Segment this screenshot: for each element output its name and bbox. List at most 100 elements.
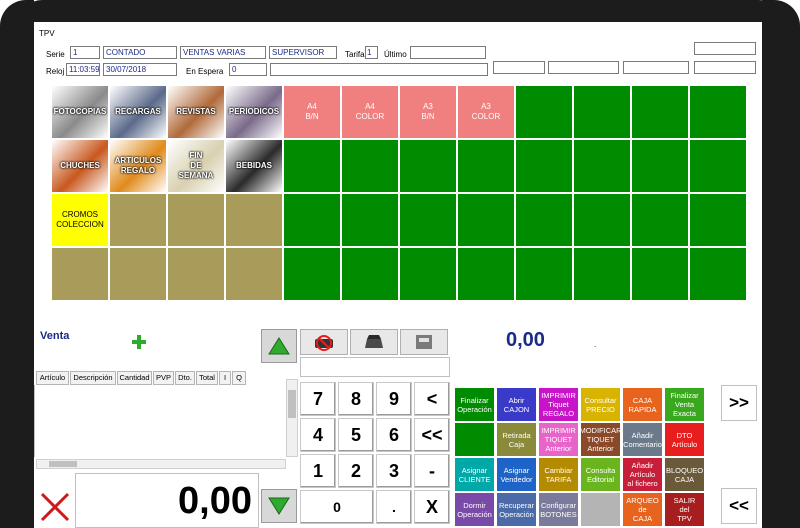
tipo2-field[interactable]: VENTAS VARIAS [180,46,266,59]
horizontal-scrollbar[interactable] [36,459,286,469]
sale-lines-list[interactable] [34,385,300,457]
blank-field-top-right[interactable] [694,42,756,55]
keypad-key[interactable]: 1 [300,454,336,488]
serie-field[interactable]: 1 [70,46,100,59]
tipo-field[interactable]: CONTADO [103,46,177,59]
operation-button[interactable]: Retirada Caja [496,422,537,457]
keypad-key[interactable]: - [414,454,450,488]
product-tile[interactable] [689,193,747,247]
product-tile[interactable]: BEBIDAS [225,139,283,193]
column-header[interactable]: PVP [153,371,174,385]
product-tile[interactable] [51,247,109,301]
column-header[interactable]: Cantidad [117,371,152,385]
keypad-key[interactable]: 6 [376,418,412,452]
operation-button[interactable]: DTO Artículo [664,422,705,457]
operation-button[interactable]: BLOQUEO CAJA [664,457,705,492]
scroll-up-button[interactable] [261,329,297,363]
next-page-button[interactable]: >> [721,385,757,421]
product-tile[interactable]: A3 B/N [399,85,457,139]
keypad-key[interactable]: 5 [338,418,374,452]
product-tile[interactable] [341,139,399,193]
product-tile[interactable] [167,247,225,301]
espera-field[interactable]: 0 [229,63,267,76]
hscroll-thumb[interactable] [49,461,77,467]
product-tile[interactable] [573,139,631,193]
operation-button[interactable]: Añadir Comentario [622,422,663,457]
keypad-key[interactable]: 9 [376,382,412,416]
plus-icon[interactable] [131,334,147,350]
column-header[interactable]: Total [196,371,218,385]
usuario-field[interactable]: SUPERVISOR [269,46,337,59]
column-header[interactable]: I [219,371,231,385]
product-tile[interactable] [573,247,631,301]
operation-button[interactable]: Añadir Artículo al fichero [622,457,663,492]
product-tile[interactable]: A4 COLOR [341,85,399,139]
operation-button[interactable]: Consultar PRECIO [580,387,621,422]
drawer-button[interactable] [400,329,448,355]
product-tile[interactable] [689,247,747,301]
operation-button[interactable]: Asignar Vendedor [496,457,537,492]
product-tile[interactable] [515,139,573,193]
keypad-key[interactable]: . [376,490,412,524]
product-tile[interactable] [283,193,341,247]
product-tile[interactable] [689,139,747,193]
product-tile[interactable] [399,139,457,193]
keypad-key[interactable]: 2 [338,454,374,488]
column-header[interactable]: Q [232,371,246,385]
operation-button[interactable]: Abrir CAJON [496,387,537,422]
product-tile[interactable] [457,139,515,193]
keypad-key[interactable]: 3 [376,454,412,488]
operation-button[interactable]: IMPRIMIR TIQUET Anterior [538,422,579,457]
operation-button[interactable]: ARQUEO de CAJA [622,492,663,527]
product-tile[interactable] [109,247,167,301]
product-tile[interactable]: ARTICULOS REGALO [109,139,167,193]
product-tile[interactable]: A3 COLOR [457,85,515,139]
product-tile[interactable] [573,193,631,247]
product-tile[interactable] [399,193,457,247]
product-tile[interactable]: FOTOCOPIAS [51,85,109,139]
product-tile[interactable] [167,193,225,247]
printer-button[interactable] [350,329,398,355]
product-tile[interactable]: FIN DE SEMANA [167,139,225,193]
cancel-x-icon[interactable] [38,490,72,524]
product-tile[interactable]: RECARGAS [109,85,167,139]
product-tile[interactable] [631,193,689,247]
product-tile[interactable]: REVISTAS [167,85,225,139]
product-tile[interactable] [631,85,689,139]
scrollbar-thumb[interactable] [288,390,296,418]
product-tile[interactable] [631,247,689,301]
product-tile[interactable] [515,193,573,247]
product-tile[interactable] [631,139,689,193]
product-tile[interactable] [109,193,167,247]
operation-button[interactable]: Finalizar Operación [454,387,495,422]
column-header[interactable]: Artículo [36,371,69,385]
product-tile[interactable]: PERIODICOS [225,85,283,139]
scroll-down-button[interactable] [261,489,297,523]
tarifa-field[interactable]: 1 [365,46,378,59]
operation-button[interactable] [454,422,495,457]
keypad-key[interactable]: 4 [300,418,336,452]
product-tile[interactable] [457,247,515,301]
product-tile[interactable] [225,247,283,301]
product-tile[interactable] [573,85,631,139]
product-tile[interactable] [515,85,573,139]
product-tile[interactable] [341,247,399,301]
product-tile[interactable] [515,247,573,301]
keypad-key[interactable]: 7 [300,382,336,416]
operation-button[interactable]: CAJA RAPIDA [622,387,663,422]
ultimo-field[interactable] [410,46,486,59]
prev-page-button[interactable]: << [721,488,757,524]
product-tile[interactable] [283,139,341,193]
operation-button[interactable]: Configurar BOTONES [538,492,579,527]
product-tile[interactable]: A4 B/N [283,85,341,139]
product-tile[interactable] [225,193,283,247]
no-print-button[interactable] [300,329,348,355]
operation-button[interactable]: Dormir Operación [454,492,495,527]
keypad-key[interactable]: 0 [300,490,374,524]
operation-button[interactable]: Recuperar Operación [496,492,537,527]
product-tile[interactable]: CHUCHES [51,139,109,193]
operation-button[interactable]: Consulta Editorial [580,457,621,492]
operation-button[interactable]: SALIR del TPV [664,492,705,527]
product-tile[interactable] [399,247,457,301]
operation-button[interactable]: Asignar CLIENTE [454,457,495,492]
